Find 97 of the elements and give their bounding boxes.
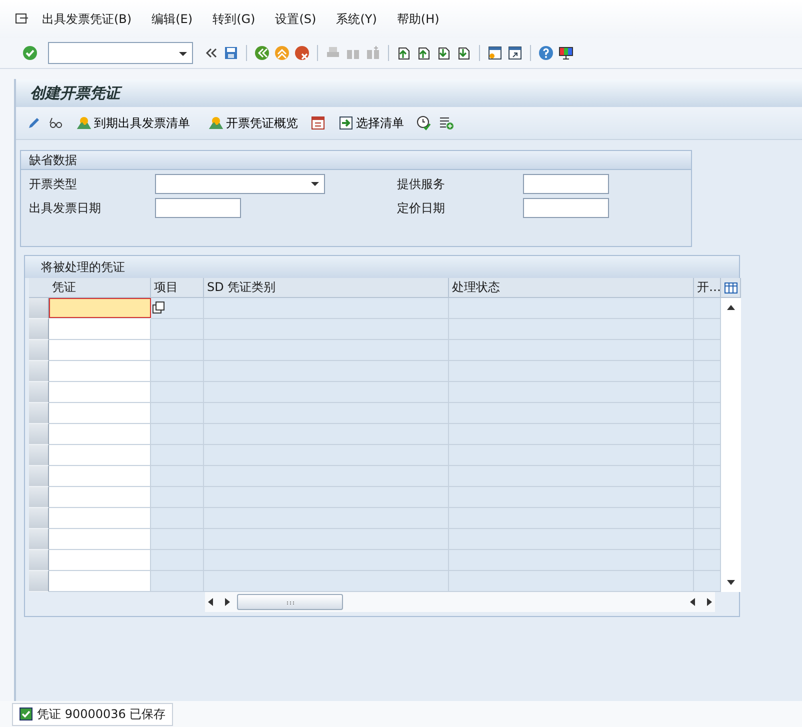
menu-item[interactable]: 编辑(E) <box>144 8 201 30</box>
header-corner <box>29 278 49 298</box>
toolbar-button[interactable]: 开票凭证概览 <box>202 112 304 134</box>
row-selector[interactable] <box>29 424 49 445</box>
list-add-icon[interactable] <box>438 115 454 131</box>
table-cell <box>151 382 204 403</box>
table-cell <box>151 508 204 529</box>
scroll-thumb[interactable] <box>237 594 343 610</box>
table-cell <box>151 361 204 382</box>
grip-icon <box>286 598 294 606</box>
command-field[interactable] <box>48 42 193 64</box>
column-header[interactable]: 项目 <box>151 278 204 298</box>
row-selector[interactable] <box>29 403 49 424</box>
input-field[interactable] <box>523 174 609 194</box>
next-page-icon[interactable] <box>436 45 452 61</box>
field-label: 提供服务 <box>397 176 446 192</box>
column-header[interactable]: 凭证 <box>49 278 151 298</box>
dropdown-arrow-icon <box>310 179 320 189</box>
group-title: 缺省数据 <box>21 151 691 170</box>
row-selector[interactable] <box>29 571 49 592</box>
menu-item[interactable]: 设置(S) <box>267 8 324 30</box>
help-icon[interactable] <box>538 45 554 61</box>
save-icon[interactable] <box>223 45 239 61</box>
horizontal-scrollbar[interactable] <box>205 592 715 612</box>
table-cell <box>151 487 204 508</box>
success-icon <box>19 707 33 721</box>
menu-item[interactable]: 出具发票凭证(B) <box>34 8 140 30</box>
row-selector[interactable] <box>29 298 49 319</box>
copy-icon[interactable] <box>151 301 165 315</box>
row-selector[interactable] <box>29 466 49 487</box>
table-cell <box>694 340 721 361</box>
table-cell <box>694 298 721 319</box>
table-cell <box>151 340 204 361</box>
table-cell <box>694 319 721 340</box>
field-label: 定价日期 <box>397 200 446 216</box>
row-selector[interactable] <box>29 550 49 571</box>
table-cell <box>694 382 721 403</box>
calendar-icon[interactable] <box>310 115 326 131</box>
clock-check-icon[interactable] <box>416 115 432 131</box>
table-cell <box>151 529 204 550</box>
table-cell <box>694 403 721 424</box>
table-cell <box>694 466 721 487</box>
first-page-icon[interactable] <box>396 45 412 61</box>
table-cell[interactable] <box>49 298 151 318</box>
table-cell <box>694 361 721 382</box>
table-cell <box>694 550 721 571</box>
dropdown-field[interactable] <box>155 174 325 194</box>
new-window-icon[interactable] <box>487 45 503 61</box>
column-header[interactable]: 处理状态 <box>449 278 694 298</box>
check-icon[interactable] <box>22 45 38 61</box>
menu-item[interactable]: 帮助(H) <box>388 8 448 30</box>
toolbar-button[interactable]: 到期出具发票清单 <box>70 112 196 134</box>
table-cell <box>151 466 204 487</box>
menu-item[interactable]: 转到(G) <box>204 8 264 30</box>
row-selector[interactable] <box>29 361 49 382</box>
row-selector[interactable] <box>29 445 49 466</box>
table-cell <box>151 445 204 466</box>
table-title: 将被处理的凭证 <box>25 256 739 278</box>
back-icon[interactable] <box>254 45 270 61</box>
vertical-scrollbar[interactable] <box>721 298 741 592</box>
cancel-icon[interactable] <box>294 45 310 61</box>
field-label: 开票类型 <box>29 176 78 192</box>
row-selector[interactable] <box>29 340 49 361</box>
row-selector[interactable] <box>29 508 49 529</box>
row-selector[interactable] <box>29 487 49 508</box>
table-cell <box>694 487 721 508</box>
toolbar-button[interactable]: 选择清单 <box>332 112 410 134</box>
table-cell <box>151 571 204 592</box>
input-field[interactable] <box>155 198 241 218</box>
last-page-icon[interactable] <box>456 45 472 61</box>
row-selector[interactable] <box>29 529 49 550</box>
mountain-icon <box>76 115 92 131</box>
row-selector[interactable] <box>29 319 49 340</box>
table-cell <box>694 508 721 529</box>
table-cell <box>694 571 721 592</box>
table-cell <box>694 445 721 466</box>
table-cell <box>694 424 721 445</box>
menu-item[interactable]: 系统(Y) <box>328 8 385 30</box>
shortcut-icon[interactable] <box>507 45 523 61</box>
glasses-icon[interactable] <box>48 115 64 131</box>
table-settings-icon[interactable] <box>724 280 738 294</box>
input-field[interactable] <box>523 198 609 218</box>
screen-title: 创建开票凭证 <box>16 79 802 107</box>
row-selector[interactable] <box>29 382 49 403</box>
column-header[interactable]: 开… <box>694 278 721 298</box>
mountain-icon <box>208 115 224 131</box>
column-header[interactable]: SD 凭证类别 <box>204 278 449 298</box>
pencil-icon[interactable] <box>26 115 42 131</box>
table-cell <box>151 424 204 445</box>
table-cell <box>694 529 721 550</box>
status-message: 凭证 90000036 已保存 <box>37 706 166 722</box>
previous-page-icon[interactable] <box>416 45 432 61</box>
exit-icon[interactable] <box>274 45 290 61</box>
table-cell <box>151 403 204 424</box>
table-cell <box>151 550 204 571</box>
monitor-icon[interactable] <box>558 45 574 61</box>
field-label: 出具发票日期 <box>29 200 102 216</box>
